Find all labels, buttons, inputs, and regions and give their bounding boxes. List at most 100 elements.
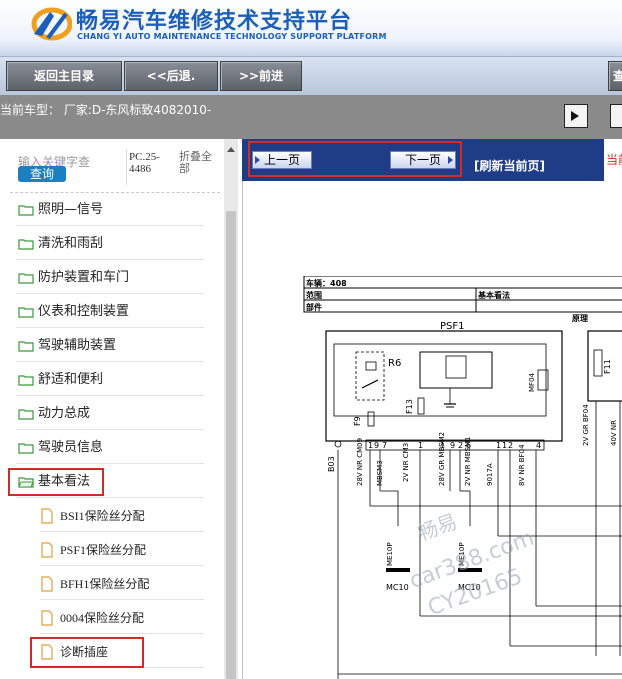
sub-item-label: PSF1保险丝分配	[60, 543, 147, 557]
folder-icon	[18, 205, 34, 216]
tree-item-label: 防护装置和车门	[38, 270, 130, 285]
wire-label: 2V NR MBSM1	[464, 437, 472, 486]
wire-label: 9017A	[486, 463, 494, 486]
diagram-vehicle: 车辆：408	[306, 278, 347, 288]
f11-label: F11	[603, 359, 612, 374]
panel-toggle-button[interactable]	[610, 104, 622, 128]
expand-panel-button[interactable]	[564, 104, 588, 128]
document-icon	[41, 576, 53, 592]
document-icon	[41, 508, 53, 524]
me10p-label: ME10P	[386, 542, 394, 566]
watermark-cn: 畅易	[414, 509, 460, 545]
highlight-box	[8, 468, 104, 496]
control-module	[419, 351, 493, 389]
home-button[interactable]: 返回主目录	[6, 61, 122, 91]
fuse-f11	[593, 349, 603, 377]
mc10-label: MC10	[386, 583, 409, 592]
model-code: PC.25-4486	[129, 151, 160, 175]
terminal-b03	[334, 440, 342, 448]
tree-item-label: 驾驶员信息	[38, 440, 104, 455]
tree-item-label: 驾驶辅助装置	[38, 338, 117, 353]
current-page-label: 当前	[606, 153, 622, 167]
wiring-diagram: 车辆：408 范围 部件 基本看法 原理 PSF1 R6 F9 F13 MF04…	[303, 276, 622, 679]
fuse-f9	[367, 411, 375, 427]
main-toolbar: 返回主目录 <<后退. >>前进 查	[0, 56, 622, 95]
r6-label: R6	[388, 358, 401, 369]
sub-item-bsi1[interactable]: BSI1保险丝分配	[40, 501, 204, 532]
tree-item-comfort[interactable]: 舒适和便利	[16, 365, 204, 396]
tree-item-label: 仪表和控制装置	[38, 304, 130, 319]
wire-lines	[337, 401, 622, 679]
wire-label: 40V NR	[610, 420, 618, 446]
play-icon	[571, 111, 579, 121]
document-icon	[41, 542, 53, 558]
folder-icon	[18, 443, 34, 454]
tree-item-label: 动力总成	[38, 406, 91, 421]
tree-item-instruments[interactable]: 仪表和控制装置	[16, 297, 204, 328]
tree-item-driving-aids[interactable]: 驾驶辅助装置	[16, 331, 204, 362]
diagram-part: 部件	[306, 302, 322, 312]
connector-mf04	[537, 369, 549, 391]
folder-icon	[18, 341, 34, 352]
wire-label: 2V GR BF04	[582, 404, 590, 446]
pin-label: 4	[536, 441, 541, 450]
back-button[interactable]: <<后退.	[124, 61, 218, 91]
app-title: 畅易汽车维修技术支持平台	[76, 9, 353, 34]
wire-label: 28V GR MBSM2	[438, 432, 446, 486]
tree-item-lighting[interactable]: 照明—信号	[16, 195, 204, 226]
pin-label: 2	[458, 441, 463, 450]
pin-label: 7	[382, 441, 387, 450]
pin-label: 1	[502, 441, 507, 450]
tree-item-wiper[interactable]: 清洗和雨刮	[16, 229, 204, 260]
divider	[10, 192, 220, 193]
relay-r6	[355, 351, 385, 401]
diagram-principle: 原理	[572, 314, 588, 323]
forward-button[interactable]: >>前进	[220, 61, 302, 91]
frame-border	[242, 181, 243, 679]
sub-item-label: BSI1保险丝分配	[60, 509, 145, 523]
sub-item-label: BFH1保险丝分配	[60, 577, 150, 591]
f13-label: F13	[405, 399, 414, 414]
pin-label: 9	[450, 441, 455, 450]
scroll-up-arrow-icon[interactable]	[227, 147, 235, 152]
pin-label: 1	[368, 441, 373, 450]
folder-icon	[18, 307, 34, 318]
navigation-panel: 输入关键字查 查询 PC.25-4486 折叠全部 照明—信号 清洗和雨刮 防护…	[0, 139, 224, 679]
app-subtitle: CHANG YI AUTO MAINTENANCE TECHNOLOGY SUP…	[77, 32, 387, 41]
sub-item-label: 0004保险丝分配	[60, 611, 145, 625]
query-button[interactable]: 查询	[18, 166, 66, 182]
pin-label: 1	[418, 441, 423, 450]
sub-item-bfh1[interactable]: BFH1保险丝分配	[40, 569, 204, 600]
pin-label: 2	[508, 441, 513, 450]
diagram-range: 范围	[306, 290, 322, 300]
tree-item-driver-info[interactable]: 驾驶员信息	[16, 433, 204, 464]
pin-label: 1	[496, 441, 501, 450]
highlight-box	[30, 637, 144, 668]
document-icon	[41, 610, 53, 626]
fuse-f13	[417, 397, 425, 415]
folder-icon	[18, 375, 34, 386]
tree-item-label: 舒适和便利	[38, 372, 104, 387]
collapse-all-button[interactable]: 折叠全部	[179, 151, 219, 175]
psf1-label: PSF1	[440, 321, 465, 332]
highlight-box	[248, 141, 462, 177]
app-header: 畅易汽车维修技术支持平台 CHANG YI AUTO MAINTENANCE T…	[0, 0, 622, 56]
current-vehicle-label: 当前车型： 厂家:D-东风标致4082010-	[0, 103, 212, 117]
scroll-thumb[interactable]	[226, 211, 236, 679]
tree-item-label: 清洗和雨刮	[38, 236, 104, 251]
refresh-page-link[interactable]: [刷新当前页]	[474, 157, 545, 174]
vehicle-bar: 当前车型： 厂家:D-东风标致4082010-	[0, 95, 622, 139]
separator	[126, 149, 127, 185]
b03-label: B03	[327, 456, 336, 472]
sub-item-psf1[interactable]: PSF1保险丝分配	[40, 535, 204, 566]
mf04-label: MF04	[528, 372, 536, 392]
folder-icon	[18, 409, 34, 420]
tree-item-powertrain[interactable]: 动力总成	[16, 399, 204, 430]
tree-item-doors[interactable]: 防护装置和车门	[16, 263, 204, 294]
sub-item-0004[interactable]: 0004保险丝分配	[40, 603, 204, 634]
panel-scrollbar[interactable]	[224, 139, 238, 679]
diagram-header-table	[303, 276, 622, 313]
search-toolbar-button[interactable]: 查	[608, 61, 622, 91]
folder-icon	[18, 273, 34, 284]
wire-label: 8V NR BF04	[518, 444, 526, 486]
